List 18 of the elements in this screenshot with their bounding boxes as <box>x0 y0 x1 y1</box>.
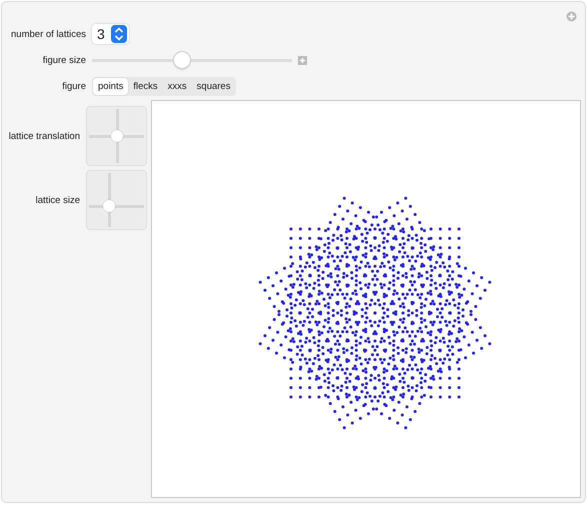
control-label: figure size <box>42 54 87 66</box>
figure-option[interactable]: flecks <box>128 78 163 94</box>
slider-thumb[interactable] <box>174 52 190 68</box>
pad-thumb[interactable] <box>110 130 122 142</box>
slider-2d-pad[interactable] <box>86 106 147 166</box>
figure-option[interactable]: squares <box>192 78 236 94</box>
figure-option[interactable]: xxxs <box>162 78 192 94</box>
pad-thumb[interactable] <box>102 200 115 212</box>
slider-2d-pad[interactable] <box>86 170 147 230</box>
control-label: lattice translation <box>8 130 81 142</box>
expand-icon[interactable] <box>298 56 307 64</box>
plus-circle-icon[interactable] <box>566 11 577 22</box>
number-spinner[interactable]: 3 <box>92 24 129 44</box>
control-label: number of lattices <box>10 28 87 40</box>
control-label: figure <box>61 80 87 92</box>
figure-option[interactable]: points <box>93 78 128 94</box>
control-label: lattice size <box>34 194 81 206</box>
stepper-icon[interactable] <box>110 25 127 43</box>
